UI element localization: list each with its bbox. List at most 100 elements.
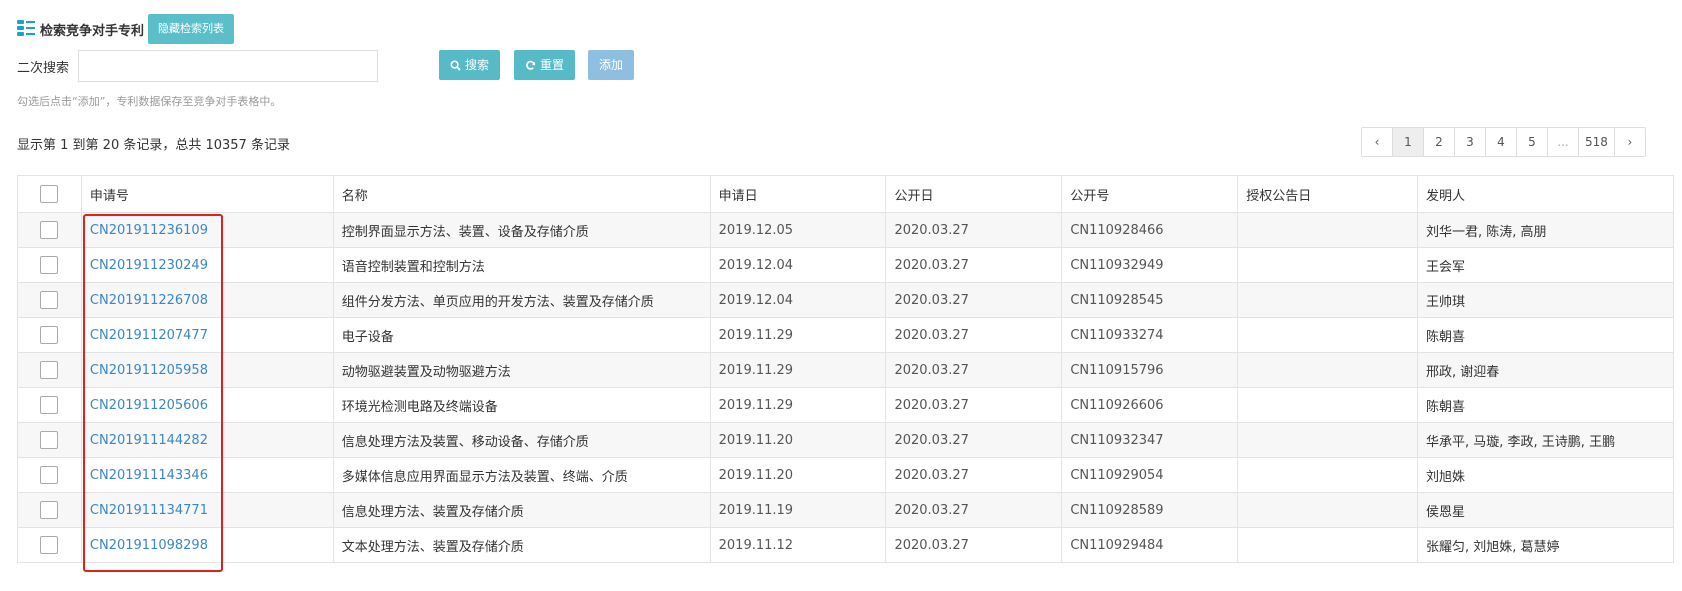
table-row[interactable]: CN201911134771 信息处理方法、装置及存储介质 2019.11.19 20… [17, 492, 1674, 528]
inventors-cell: 陈朝喜 [1417, 317, 1674, 353]
publication-number-cell: CN110933274 [1061, 317, 1239, 353]
application-number-link[interactable]: CN201911098298 [90, 538, 208, 553]
application-date-cell: 2019.11.29 [709, 387, 887, 423]
reset-button[interactable]: 重置 [514, 50, 576, 80]
search-button[interactable]: 搜索 [439, 50, 501, 80]
table-row[interactable]: CN201911230249 语音控制装置和控制方法 2019.12.04 2020.… [17, 247, 1674, 283]
add-hint-text: 勾选后点击“添加”，专利数据保存至竞争对手表格中。 [17, 95, 282, 108]
pagination-ellipsis: ... [1547, 127, 1579, 157]
inventors-cell: 侯恩星 [1417, 492, 1674, 528]
row-checkbox[interactable] [40, 431, 59, 449]
application-number-link[interactable]: CN201911144282 [90, 433, 208, 448]
grant-date-cell [1237, 352, 1419, 388]
application-date-cell: 2019.11.19 [709, 492, 887, 528]
patent-results-table: 申请号 名称 申请日 公开日 公开号 授权公告日 发明人 CN201911236… [17, 175, 1674, 563]
table-row[interactable]: CN201911205958 动物驱避装置及动物驱避方法 2019.11.29 202… [17, 352, 1674, 388]
patent-name-cell: 控制界面显示方法、装置、设备及存储介质 [332, 212, 711, 248]
pagination: ‹ 1 2 3 4 5 ... 518 › [1361, 127, 1646, 157]
column-header-inventors[interactable]: 发明人 [1417, 175, 1674, 213]
application-number-cell: CN201911230249 [80, 247, 334, 283]
column-header-app-date[interactable]: 申请日 [709, 175, 887, 213]
application-number-link[interactable]: CN201911205606 [90, 398, 208, 413]
pagination-page-last[interactable]: 518 [1578, 127, 1615, 157]
row-checkbox[interactable] [40, 291, 59, 309]
column-header-grant-date[interactable]: 授权公告日 [1237, 175, 1419, 213]
table-header-row: 申请号 名称 申请日 公开日 公开号 授权公告日 发明人 [17, 175, 1674, 213]
application-date-cell: 2019.12.04 [709, 247, 887, 283]
publication-number-cell: CN110932949 [1061, 247, 1239, 283]
publication-number-cell: CN110928545 [1061, 282, 1239, 318]
publication-date-cell: 2020.03.27 [885, 282, 1063, 318]
application-number-link[interactable]: CN201911134771 [90, 503, 208, 518]
add-button-label: 添加 [599, 58, 624, 72]
row-checkbox[interactable] [40, 536, 59, 554]
secondary-search-row: 二次搜索 [17, 50, 379, 82]
pagination-page-4[interactable]: 4 [1485, 127, 1517, 157]
publication-date-cell: 2020.03.27 [885, 247, 1063, 283]
application-number-link[interactable]: CN201911205958 [90, 363, 208, 378]
record-count-info: 显示第 1 到第 20 条记录，总共 10357 条记录 [17, 138, 290, 153]
table-row[interactable]: CN201911143346 多媒体信息应用界面显示方法及装置、终端、介质 2019… [17, 457, 1674, 493]
table-row[interactable]: CN201911207477 电子设备 2019.11.29 2020.03.27 CN… [17, 317, 1674, 353]
application-number-link[interactable]: CN201911236109 [90, 223, 208, 238]
application-number-link[interactable]: CN201911230249 [90, 258, 208, 273]
row-select-cell [17, 457, 82, 493]
row-checkbox[interactable] [40, 256, 59, 274]
table-row[interactable]: CN201911144282 信息处理方法及装置、移动设备、存储介质 2019.11… [17, 422, 1674, 458]
application-number-cell: CN201911143346 [80, 457, 334, 493]
publication-number-cell: CN110928589 [1061, 492, 1239, 528]
search-icon [450, 59, 461, 71]
application-number-cell: CN201911236109 [80, 212, 334, 248]
row-select-cell [17, 387, 82, 423]
table-row[interactable]: CN201911205606 环境光检测电路及终端设备 2019.11.29 2020… [17, 387, 1674, 423]
row-checkbox[interactable] [40, 361, 59, 379]
inventors-cell: 邢政, 谢迎春 [1417, 352, 1674, 388]
column-header-name[interactable]: 名称 [332, 175, 711, 213]
application-date-cell: 2019.11.20 [709, 457, 887, 493]
application-date-cell: 2019.12.05 [709, 212, 887, 248]
row-select-cell [17, 317, 82, 353]
grant-date-cell [1237, 282, 1419, 318]
pagination-page-5[interactable]: 5 [1516, 127, 1548, 157]
row-checkbox[interactable] [40, 221, 59, 239]
search-button-label: 搜索 [465, 58, 490, 72]
grant-date-cell [1237, 422, 1419, 458]
row-checkbox[interactable] [40, 466, 59, 484]
publication-date-cell: 2020.03.27 [885, 527, 1063, 563]
grant-date-cell [1237, 317, 1419, 353]
application-date-cell: 2019.11.29 [709, 317, 887, 353]
secondary-search-input[interactable] [78, 50, 379, 82]
application-number-link[interactable]: CN201911226708 [90, 293, 208, 308]
application-number-cell: CN201911205958 [80, 352, 334, 388]
add-button[interactable]: 添加 [588, 50, 635, 80]
pagination-next[interactable]: › [1613, 127, 1646, 157]
column-header-pub-no[interactable]: 公开号 [1061, 175, 1239, 213]
application-number-cell: CN201911226708 [80, 282, 334, 318]
reset-button-label: 重置 [540, 58, 565, 72]
table-row[interactable]: CN201911236109 控制界面显示方法、装置、设备及存储介质 2019.12… [17, 212, 1674, 248]
inventors-cell: 王会军 [1417, 247, 1674, 283]
grant-date-cell [1237, 212, 1419, 248]
table-row[interactable]: CN201911098298 文本处理方法、装置及存储介质 2019.11.12 20… [17, 527, 1674, 563]
inventors-cell: 陈朝喜 [1417, 387, 1674, 423]
pagination-page-1[interactable]: 1 [1392, 127, 1424, 157]
application-date-cell: 2019.11.20 [709, 422, 887, 458]
patent-name-cell: 动物驱避装置及动物驱避方法 [332, 352, 711, 388]
application-number-cell: CN201911205606 [80, 387, 334, 423]
column-header-pub-date[interactable]: 公开日 [885, 175, 1063, 213]
pagination-page-2[interactable]: 2 [1423, 127, 1455, 157]
row-checkbox[interactable] [40, 326, 59, 344]
patent-name-cell: 文本处理方法、装置及存储介质 [332, 527, 711, 563]
application-number-link[interactable]: CN201911207477 [90, 328, 208, 343]
pagination-prev[interactable]: ‹ [1361, 127, 1393, 157]
pagination-page-3[interactable]: 3 [1454, 127, 1486, 157]
column-header-app-no[interactable]: 申请号 [80, 175, 334, 213]
publication-number-cell: CN110929054 [1061, 457, 1239, 493]
row-checkbox[interactable] [40, 501, 59, 519]
publication-date-cell: 2020.03.27 [885, 492, 1063, 528]
select-all-checkbox[interactable] [40, 185, 59, 203]
table-row[interactable]: CN201911226708 组件分发方法、单页应用的开发方法、装置及存储介质 20… [17, 282, 1674, 318]
application-number-link[interactable]: CN201911143346 [90, 468, 208, 483]
row-checkbox[interactable] [40, 396, 59, 414]
hide-search-list-button[interactable]: 隐藏检索列表 [148, 14, 235, 44]
